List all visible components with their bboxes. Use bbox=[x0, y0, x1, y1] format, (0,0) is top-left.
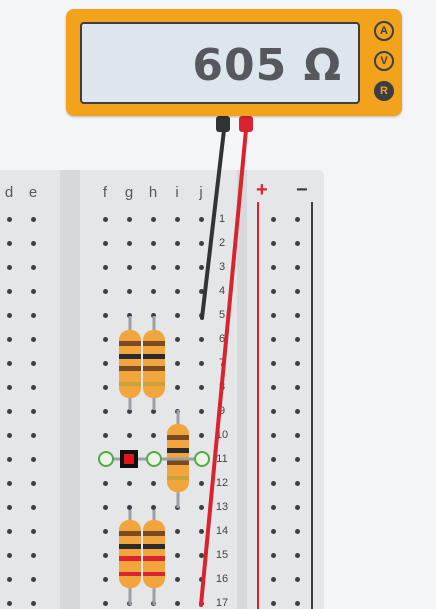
multimeter-display: 605 Ω bbox=[80, 22, 360, 104]
common-probe-wire[interactable] bbox=[200, 128, 226, 320]
positive-probe-wire[interactable] bbox=[199, 128, 248, 607]
resistor-4[interactable] bbox=[119, 510, 141, 605]
resistor-5[interactable] bbox=[143, 510, 165, 605]
positive-probe-plug[interactable] bbox=[239, 116, 253, 132]
ammeter-mode-button[interactable]: A bbox=[374, 21, 394, 41]
multimeter-reading: 605 Ω bbox=[192, 40, 342, 91]
resistor-1[interactable] bbox=[119, 316, 141, 410]
common-probe-plug[interactable] bbox=[216, 116, 230, 132]
multimeter[interactable]: 605 Ω A V R bbox=[66, 9, 402, 116]
voltmeter-mode-button[interactable]: V bbox=[374, 51, 394, 71]
wire-junction[interactable] bbox=[98, 450, 210, 468]
ohmmeter-mode-button[interactable]: R bbox=[374, 81, 394, 101]
resistor-2[interactable] bbox=[143, 316, 165, 410]
